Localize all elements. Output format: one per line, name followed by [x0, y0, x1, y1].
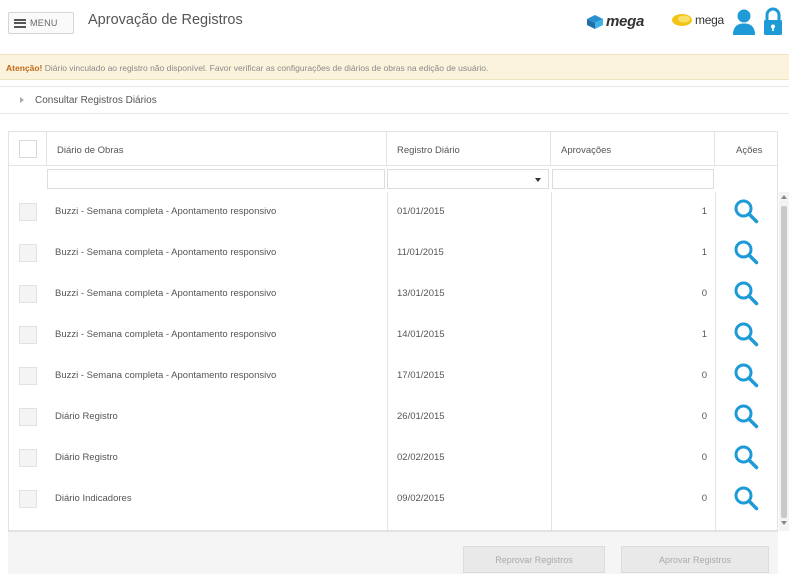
warning-alert: Atenção! Diário vinculado ao registro nã… — [0, 54, 789, 80]
brand-name-secondary: mega — [695, 13, 724, 27]
filter-registro-select[interactable] — [387, 169, 549, 189]
row-diario: Buzzi - Semana completa - Apontamento re… — [55, 206, 277, 217]
table-row[interactable]: Diário Registro 26/01/2015 0 — [9, 397, 777, 438]
table-row[interactable]: Buzzi - Semana completa - Apontamento re… — [9, 274, 777, 315]
mega-cube-icon — [587, 14, 603, 29]
row-date: 26/01/2015 — [397, 411, 445, 422]
consult-label: Consultar Registros Diários — [35, 94, 157, 106]
alert-message: Diário vinculado ao registro não disponí… — [42, 63, 489, 73]
approve-records-button[interactable]: Aprovar Registros — [621, 546, 769, 573]
table-row[interactable]: Diário Indicadores 09/02/2015 0 — [9, 479, 777, 520]
filter-row — [9, 166, 777, 192]
row-checkbox[interactable] — [19, 326, 37, 344]
table-row[interactable]: Buzzi - Semana completa - Apontamento re… — [9, 315, 777, 356]
table-row[interactable]: Diário Registro 02/02/2015 0 — [9, 438, 777, 479]
row-approvals: 0 — [701, 411, 707, 422]
row-date: 02/02/2015 — [397, 452, 445, 463]
row-diario: Diário Registro — [55, 411, 118, 422]
row-approvals: 1 — [701, 206, 707, 217]
search-icon[interactable] — [733, 403, 759, 429]
alert-title: Atenção! — [6, 63, 43, 73]
row-checkbox[interactable] — [19, 449, 37, 467]
row-checkbox[interactable] — [19, 244, 37, 262]
row-approvals: 1 — [701, 247, 707, 258]
search-icon[interactable] — [733, 485, 759, 511]
lock-icon[interactable] — [762, 7, 784, 37]
search-icon[interactable] — [733, 321, 759, 347]
caret-right-icon — [20, 97, 24, 103]
mega-sun-icon — [672, 14, 692, 26]
row-date: 11/01/2015 — [397, 247, 444, 258]
app-header: MENU Aprovação de Registros mega mega — [0, 0, 789, 46]
row-checkbox[interactable] — [19, 285, 37, 303]
column-header-diario[interactable]: Diário de Obras — [47, 132, 387, 166]
row-checkbox[interactable] — [19, 367, 37, 385]
row-date: 01/01/2015 — [397, 206, 445, 217]
table-row[interactable]: Buzzi - Semana completa - Apontamento re… — [9, 356, 777, 397]
grid-footer: Reprovar Registros Aprovar Registros — [8, 531, 778, 574]
row-approvals: 0 — [701, 493, 707, 504]
row-checkbox[interactable] — [19, 203, 37, 221]
row-diario: Buzzi - Semana completa - Apontamento re… — [55, 370, 277, 381]
search-icon[interactable] — [733, 198, 759, 224]
select-all-checkbox[interactable] — [19, 140, 37, 158]
row-date: 17/01/2015 — [397, 370, 445, 381]
page-title: Aprovação de Registros — [88, 12, 243, 28]
filter-diario-input[interactable] — [47, 169, 385, 189]
mega-logo-primary: mega — [586, 13, 644, 30]
chevron-down-icon — [535, 178, 541, 182]
mega-logo-secondary: mega — [671, 13, 724, 27]
table-row[interactable]: Buzzi - Semana completa - Apontamento re… — [9, 233, 777, 274]
search-icon[interactable] — [733, 239, 759, 265]
records-grid: Diário de Obras Registro Diário Aprovaçõ… — [8, 131, 778, 531]
user-icon[interactable] — [732, 8, 756, 36]
scroll-down-icon[interactable] — [781, 521, 787, 525]
row-approvals: 0 — [701, 452, 707, 463]
grid-header: Diário de Obras Registro Diário Aprovaçõ… — [9, 132, 777, 166]
column-header-acoes: Ações — [736, 145, 763, 156]
search-icon[interactable] — [733, 444, 759, 470]
search-icon[interactable] — [733, 362, 759, 388]
scroll-up-icon[interactable] — [781, 195, 787, 199]
row-diario: Buzzi - Semana completa - Apontamento re… — [55, 247, 277, 258]
row-diario: Diário Indicadores — [55, 493, 132, 504]
column-header-aprovacoes[interactable]: Aprovações — [551, 132, 715, 166]
scroll-thumb[interactable] — [781, 206, 787, 518]
row-date: 13/01/2015 — [397, 288, 445, 299]
row-checkbox[interactable] — [19, 490, 37, 508]
menu-button[interactable]: MENU — [8, 12, 74, 34]
row-checkbox[interactable] — [19, 408, 37, 426]
reprove-records-button[interactable]: Reprovar Registros — [463, 546, 605, 573]
search-icon[interactable] — [733, 280, 759, 306]
filter-aprovacoes-input[interactable] — [552, 169, 714, 189]
brand-name: mega — [606, 13, 644, 30]
row-diario: Buzzi - Semana completa - Apontamento re… — [55, 329, 277, 340]
row-approvals: 1 — [701, 329, 707, 340]
row-diario: Buzzi - Semana completa - Apontamento re… — [55, 288, 277, 299]
row-approvals: 0 — [701, 370, 707, 381]
select-all-cell — [9, 132, 47, 166]
row-date: 14/01/2015 — [397, 329, 445, 340]
row-date: 09/02/2015 — [397, 493, 445, 504]
hamburger-icon — [14, 18, 26, 28]
column-header-registro[interactable]: Registro Diário — [387, 132, 551, 166]
menu-label: MENU — [30, 18, 58, 28]
row-approvals: 0 — [701, 288, 707, 299]
grid-scrollbar[interactable] — [779, 192, 789, 531]
table-row[interactable]: Buzzi - Semana completa - Apontamento re… — [9, 192, 777, 233]
consult-section-toggle[interactable]: Consultar Registros Diários — [0, 86, 789, 114]
row-diario: Diário Registro — [55, 452, 118, 463]
